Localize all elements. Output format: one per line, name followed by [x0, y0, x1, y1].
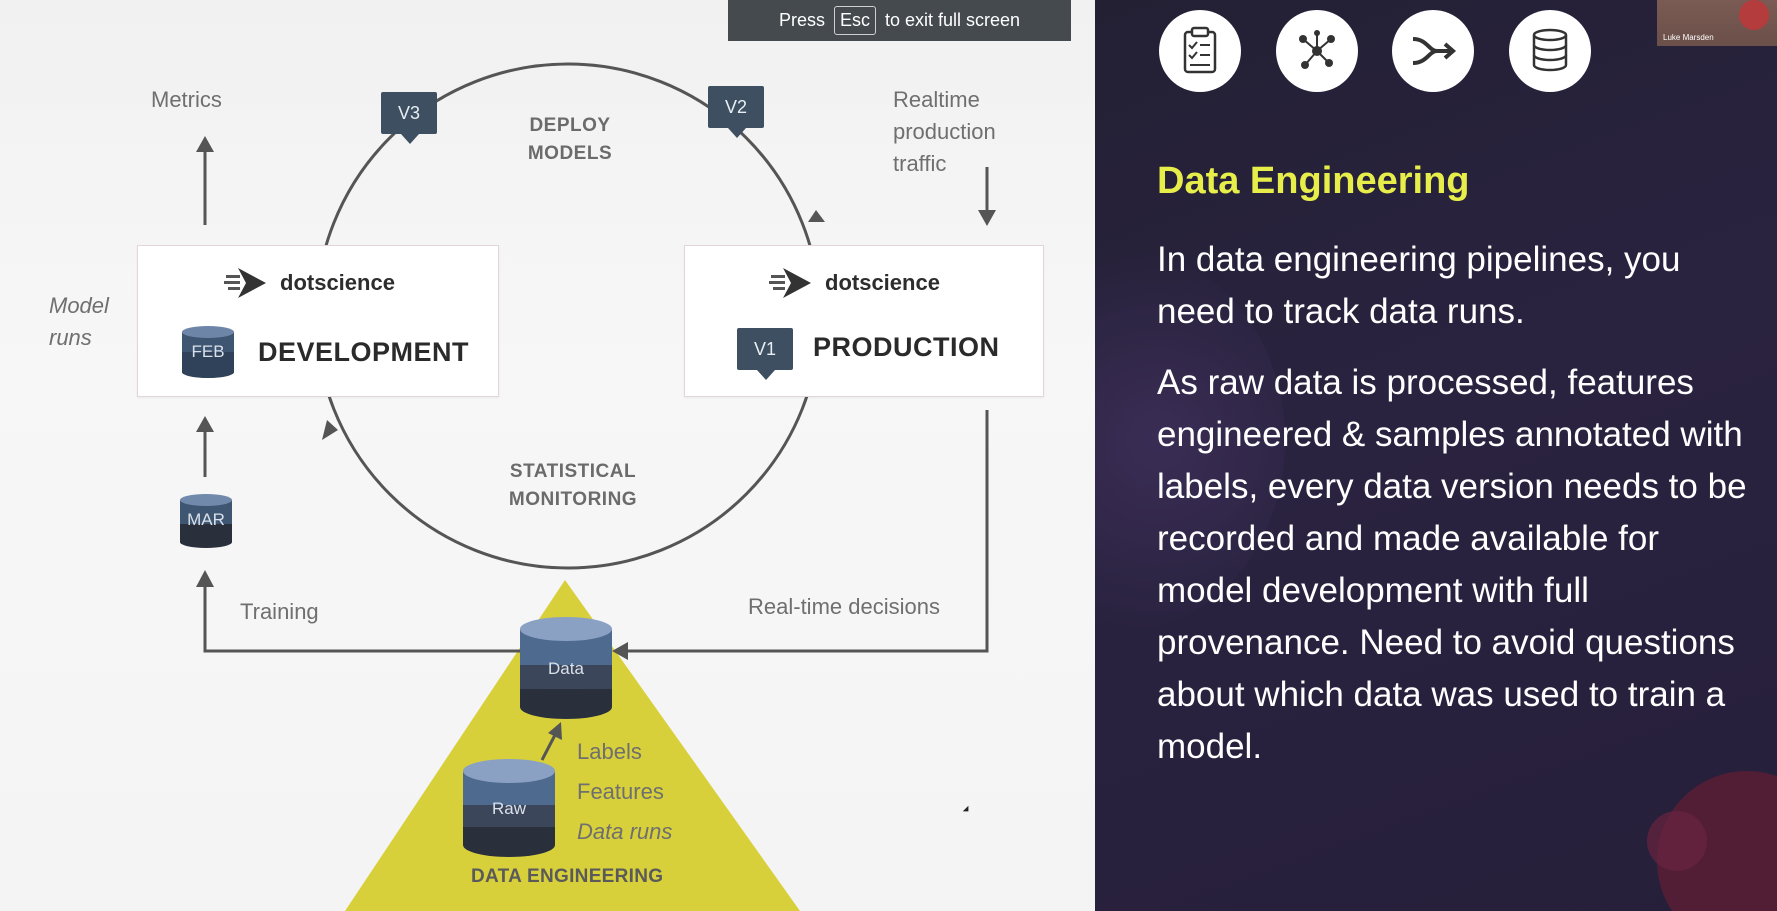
development-title: DEVELOPMENT — [258, 337, 470, 367]
production-title: PRODUCTION — [813, 332, 1000, 362]
database-icon — [1509, 10, 1591, 92]
fullscreen-suffix: to exit full screen — [884, 10, 1021, 30]
dotscience-logo-icon — [224, 268, 266, 298]
raw-badge: Raw — [491, 799, 526, 818]
background-blob — [1647, 811, 1707, 871]
slide-panel: Luke Marsden Data Engineering In data en… — [1095, 0, 1777, 911]
features-label: Features — [577, 779, 664, 804]
slide-paragraph-2: As raw data is processed, features engin… — [1157, 363, 1747, 766]
diagram-panel: Metrics Model runs DEPLOY MODELS STATIST… — [0, 0, 1095, 911]
feb-badge: FEB — [191, 342, 225, 361]
fullscreen-press: Press — [778, 10, 825, 30]
webcam-thumbnail: Luke Marsden — [1657, 0, 1777, 46]
statistical-monitoring-label: STATISTICAL MONITORING — [508, 461, 638, 510]
merge-arrows-icon — [1392, 10, 1474, 92]
labels-label: Labels — [577, 739, 642, 764]
mar-arrow — [196, 416, 214, 432]
training-label: Training — [240, 599, 319, 624]
model-runs-label: Model runs — [49, 293, 109, 350]
realtime-traffic-label: Realtime production traffic — [893, 87, 996, 176]
deploy-models-label: DEPLOY MODELS — [527, 115, 613, 164]
development-brand: dotscience — [224, 266, 395, 300]
network-nodes-icon — [1276, 10, 1358, 92]
traffic-arrow — [978, 210, 996, 226]
development-card: dotscience FEB DEVELOPMENT — [137, 245, 499, 397]
arrow-to-development — [322, 420, 338, 440]
version-tag-v2: V2 — [708, 86, 764, 138]
development-brand-text: dotscience — [280, 270, 395, 295]
slide-title: Data Engineering — [1157, 160, 1470, 202]
training-arrow — [196, 570, 214, 587]
realtime-decisions-label: Real-time decisions — [748, 594, 940, 619]
clipboard-checklist-icon — [1159, 10, 1241, 92]
avatar — [1739, 0, 1769, 30]
data-engineering-label: DATA ENGINEERING — [471, 866, 664, 887]
fullscreen-banner: Press Esc to exit full screen — [728, 0, 1071, 41]
data-database-icon: Data — [518, 615, 614, 721]
version-tag-v3: V3 — [381, 92, 437, 144]
feb-database-icon: FEB — [180, 324, 236, 380]
version-tag-v1: V1 — [737, 328, 793, 380]
raw-database-icon: Raw — [461, 757, 557, 859]
esc-key[interactable]: Esc — [833, 6, 876, 35]
data-badge: Data — [548, 659, 584, 678]
production-brand-text: dotscience — [825, 270, 940, 295]
slide-paragraph-1: In data engineering pipelines, you need … — [1157, 240, 1681, 331]
arrow-to-production — [808, 210, 825, 222]
production-brand: dotscience — [769, 266, 940, 300]
production-card: dotscience V1 PRODUCTION — [684, 245, 1044, 397]
dotscience-logo-icon — [769, 268, 811, 298]
webcam-name: Luke Marsden — [1663, 33, 1714, 42]
data-runs-label: Data runs — [577, 819, 673, 844]
mar-badge: MAR — [187, 510, 225, 529]
metrics-label: Metrics — [151, 87, 222, 112]
mar-database-icon: MAR — [179, 492, 233, 550]
metrics-arrow — [196, 136, 214, 152]
